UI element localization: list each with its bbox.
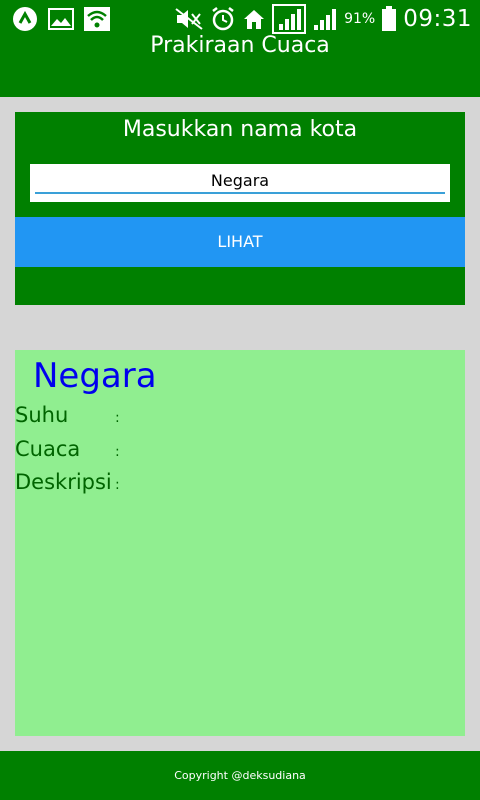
search-heading: Masukkan nama kota: [122, 117, 358, 142]
mute-icon: [174, 7, 204, 31]
status-bar: 91% 09:31: [0, 0, 480, 36]
signal-icon: [312, 6, 338, 32]
app-header: 91% 09:31 Prakiraan Cuaca: [0, 0, 480, 97]
city-input[interactable]: [35, 168, 445, 194]
app-title: Prakiraan Cuaca: [150, 33, 330, 58]
search-card: Masukkan nama kota LIHAT: [15, 112, 465, 305]
weather-label: Cuaca: [15, 437, 81, 461]
temperature-colon: :: [115, 410, 120, 426]
alarm-icon: [210, 6, 236, 32]
wifi-icon: [84, 7, 110, 31]
footer: Copyright @deksudiana: [0, 751, 480, 800]
weather-colon: :: [115, 444, 120, 460]
result-card: Negara Suhu : Cuaca : Deskripsi :: [15, 350, 465, 736]
copyright-text: Copyright @deksudiana: [174, 769, 306, 782]
battery-percent: 91%: [344, 11, 376, 27]
signal-icon: [272, 4, 307, 34]
app-launcher-icon: [12, 6, 38, 32]
gallery-icon: [48, 8, 74, 30]
description-label: Deskripsi: [15, 470, 112, 494]
temperature-row: Suhu :: [15, 403, 465, 433]
description-colon: :: [115, 477, 120, 493]
clock: 09:31: [403, 6, 472, 32]
description-row: Deskripsi :: [15, 470, 465, 500]
home-icon: [242, 7, 266, 31]
city-input-container: [30, 164, 450, 202]
battery-icon: [381, 6, 397, 32]
lihat-button[interactable]: LIHAT: [15, 217, 465, 267]
weather-row: Cuaca :: [15, 437, 465, 467]
temperature-label: Suhu: [15, 403, 69, 427]
result-city-name: Negara: [33, 356, 157, 396]
